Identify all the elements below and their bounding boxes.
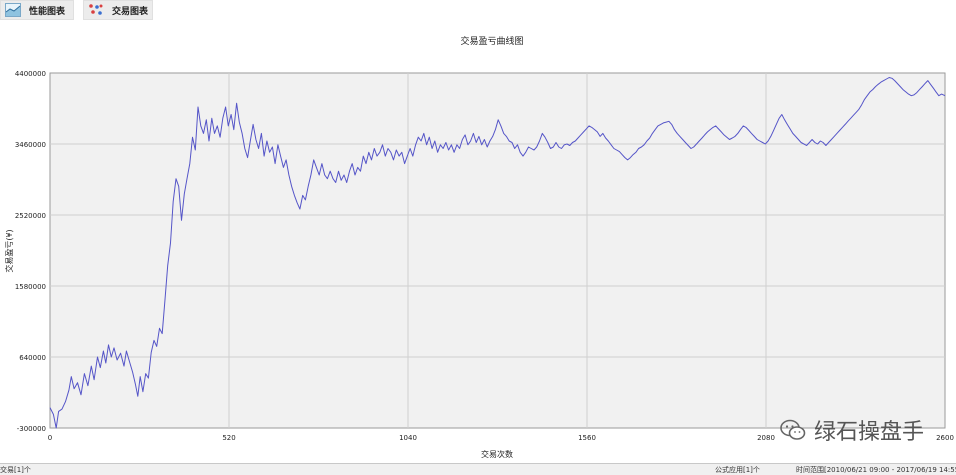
wechat-logo-icon bbox=[780, 419, 806, 440]
watermark-text: 绿石操盘手 bbox=[814, 420, 925, 445]
status-bar: 交易[1]个 公式应用[1]个 时间范围[2010/06/21 09:00 - … bbox=[0, 463, 956, 475]
x-tick-label: 1040 bbox=[399, 434, 417, 442]
y-axis-label: 交易盈亏(¥) bbox=[4, 229, 14, 272]
watermark: 绿石操盘手 bbox=[780, 414, 924, 446]
x-tick-label: 0 bbox=[48, 434, 52, 442]
y-tick-label: -300000 bbox=[17, 425, 46, 433]
y-tick-label: 3460000 bbox=[15, 141, 46, 149]
y-tick-label: 1580000 bbox=[15, 283, 46, 291]
chart-title: 交易盈亏曲线图 bbox=[460, 35, 523, 47]
x-tick-label: 1560 bbox=[578, 434, 596, 442]
y-tick-label: 640000 bbox=[19, 354, 46, 362]
x-axis-label: 交易次数 bbox=[481, 449, 513, 459]
x-tick-label: 2080 bbox=[757, 434, 775, 442]
y-tick-label: 4400000 bbox=[15, 70, 46, 78]
x-tick-label: 520 bbox=[222, 434, 235, 442]
plot-area bbox=[49, 72, 946, 429]
y-tick-label: 2520000 bbox=[15, 212, 46, 220]
pnl-line-chart: 交易盈亏曲线图 0 520 1040 1560 2080 2600 -300000 64000… bbox=[4, 35, 954, 459]
x-tick-label: 2600 bbox=[936, 434, 954, 442]
